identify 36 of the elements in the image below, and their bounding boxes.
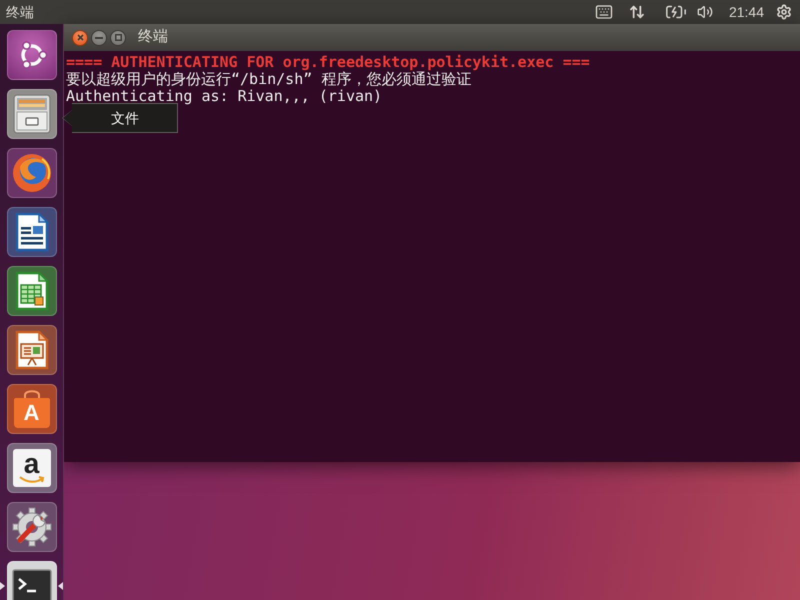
maximize-button[interactable] — [110, 30, 126, 46]
launcher-item[interactable] — [6, 207, 56, 257]
launcher-item[interactable]: a — [6, 443, 56, 493]
tooltip: 文件 — [62, 103, 178, 133]
spreadsheet-icon — [14, 271, 48, 311]
smile-arrow-icon — [18, 476, 44, 484]
volume-icon[interactable] — [696, 4, 713, 20]
text-document-icon — [14, 212, 48, 252]
keyboard-icon[interactable] — [594, 3, 613, 21]
terminal-line: Authenticating as: Rivan,,, (rivan) — [66, 88, 382, 105]
terminal-line: 要以超级用户的身份运行“/bin/sh” 程序，您必须通过验证 — [66, 71, 472, 88]
window-title: 终端 — [138, 27, 168, 48]
maximize-icon — [114, 34, 122, 41]
minimize-button[interactable] — [91, 30, 107, 46]
launcher-item[interactable] — [6, 89, 56, 139]
launcher-item[interactable] — [6, 325, 56, 375]
gear-wrench-icon — [12, 507, 52, 547]
terminal-icon — [12, 569, 52, 600]
file-cabinet-icon — [12, 94, 50, 134]
launcher-item[interactable] — [6, 30, 56, 80]
logo-letter: a — [24, 452, 40, 476]
launcher-item[interactable] — [6, 561, 56, 600]
app-title: 终端 — [6, 2, 34, 22]
up-down-arrows-icon[interactable] — [628, 4, 645, 20]
launcher-item[interactable] — [6, 502, 56, 552]
close-button[interactable] — [72, 30, 88, 46]
minimize-icon — [95, 36, 103, 38]
close-icon — [76, 34, 84, 41]
bag-letter: A — [24, 402, 40, 424]
settings-icon[interactable] — [776, 4, 792, 20]
launcher-item[interactable] — [6, 266, 56, 316]
clock[interactable]: 21:44 — [728, 2, 764, 22]
bag-handle-icon — [22, 390, 40, 398]
globe-icon — [12, 153, 52, 193]
terminal-line: ==== AUTHENTICATING FOR org.freedesktop.policykit.exec === — [66, 54, 590, 71]
presentation-icon — [14, 330, 48, 370]
